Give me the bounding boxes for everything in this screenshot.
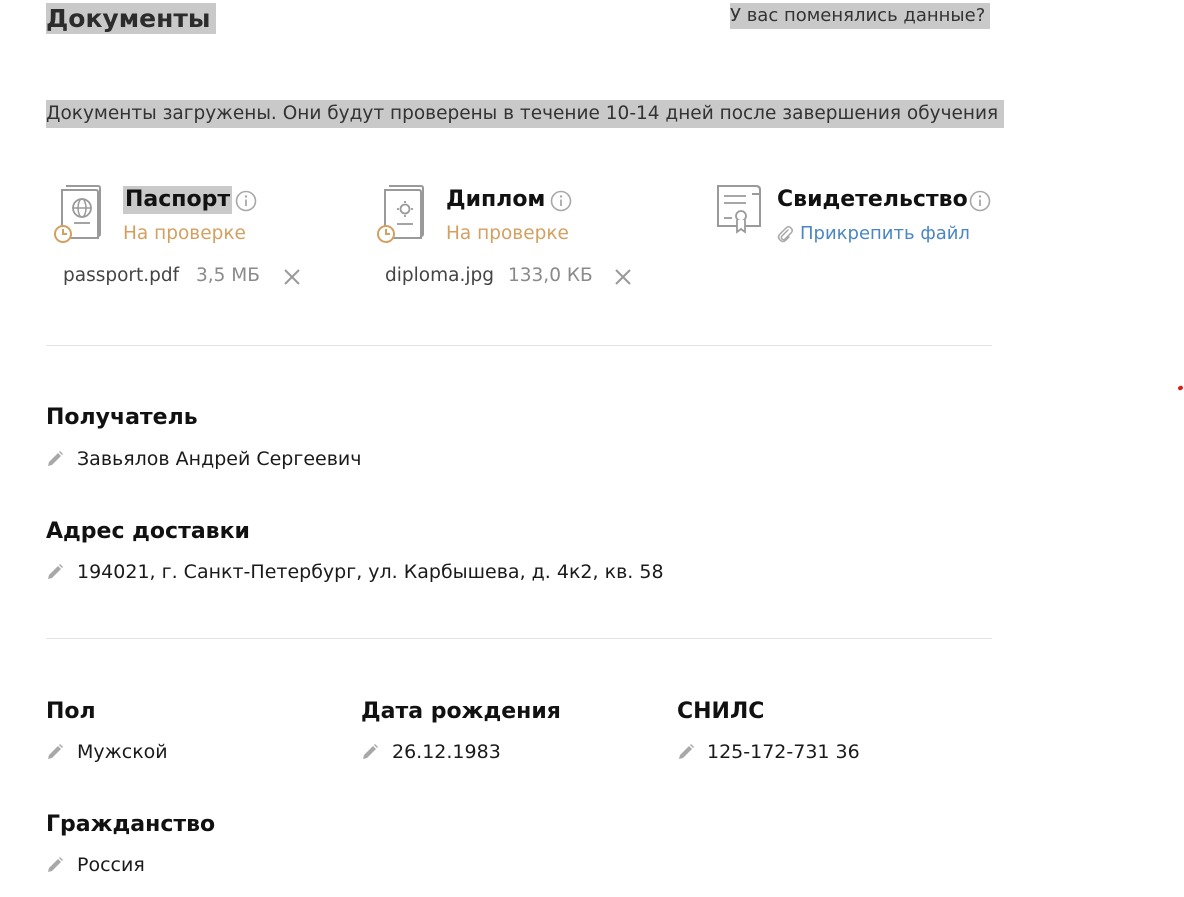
info-icon[interactable]	[550, 190, 572, 212]
attach-file-link[interactable]: Прикрепить файл	[800, 223, 970, 244]
pencil-icon[interactable]	[46, 450, 64, 468]
cursor-marker	[1177, 385, 1184, 391]
divider	[46, 638, 992, 639]
document-card-certificate: Свидетельство Прикрепить файл	[712, 182, 1002, 302]
divider	[46, 345, 992, 346]
birth-date-label: Дата рождения	[361, 699, 561, 724]
document-card-diploma: Диплом На проверке diploma.jpg 133,0 КБ	[373, 182, 673, 302]
diploma-icon	[377, 185, 424, 243]
pencil-icon[interactable]	[677, 743, 695, 761]
citizenship-label: Гражданство	[46, 812, 216, 837]
delivery-address-value: 194021, г. Санкт-Петербург, ул. Карбышев…	[77, 561, 664, 583]
file-name: passport.pdf	[63, 265, 180, 286]
gender-label: Пол	[46, 699, 96, 724]
paperclip-icon[interactable]	[777, 225, 793, 243]
document-status: На проверке	[446, 223, 569, 244]
documents-notice: Документы загружены. Они будут проверены…	[46, 100, 1005, 128]
page-title: Документы	[46, 3, 217, 34]
delivery-address-label: Адрес доставки	[46, 519, 250, 544]
pencil-icon[interactable]	[46, 743, 64, 761]
gender-value: Мужской	[77, 741, 168, 763]
birth-date-value: 26.12.1983	[392, 741, 501, 763]
document-title: Диплом	[446, 187, 546, 212]
document-status: На проверке	[123, 223, 246, 244]
pencil-icon[interactable]	[361, 743, 379, 761]
remove-file-icon[interactable]	[283, 268, 301, 286]
data-changed-link[interactable]: У вас поменялись данные?	[730, 3, 991, 29]
file-name: diploma.jpg	[385, 265, 494, 286]
snils-label: СНИЛС	[677, 699, 765, 724]
file-size: 3,5 МБ	[196, 265, 260, 286]
recipient-label: Получатель	[46, 405, 198, 430]
passport-icon	[54, 185, 101, 243]
citizenship-value: Россия	[77, 854, 145, 876]
certificate-icon	[717, 185, 761, 234]
recipient-value: Завьялов Андрей Сергеевич	[77, 448, 362, 470]
remove-file-icon[interactable]	[614, 268, 632, 286]
snils-value: 125-172-731 36	[707, 741, 860, 763]
document-card-passport: Паспорт На проверке passport.pdf 3,5 МБ	[50, 182, 350, 302]
pencil-icon[interactable]	[46, 563, 64, 581]
document-title: Свидетельство	[777, 187, 968, 212]
info-icon[interactable]	[969, 190, 991, 212]
document-title: Паспорт	[123, 186, 233, 214]
info-icon[interactable]	[235, 190, 257, 212]
pencil-icon[interactable]	[46, 856, 64, 874]
file-size: 133,0 КБ	[508, 265, 593, 286]
